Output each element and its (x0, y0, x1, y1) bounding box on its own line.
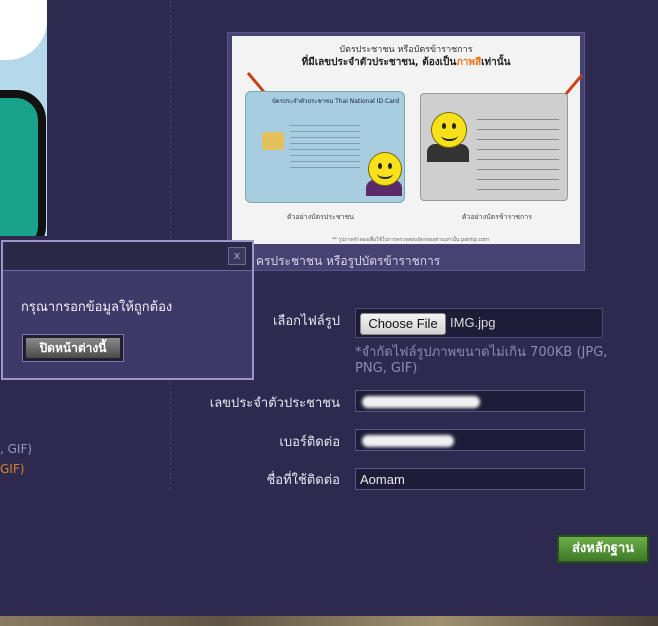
example-heading-line2: ที่มีเลขประจำตัวประชาชน, ต้องเป็นภาพสีเท… (301, 57, 511, 68)
redacted-value (362, 435, 454, 447)
close-dialog-button-label: ปิดหน้าต่างนี้ (25, 337, 121, 359)
chip-icon (262, 132, 284, 150)
phone-frame-shape (0, 90, 46, 236)
text-lines (477, 110, 559, 190)
id-card-example-image: บัตรประชาชน หรือบัตรข้าราชการ ที่มีเลขปร… (232, 36, 584, 244)
submit-evidence-button[interactable]: ส่งหลักฐาน (557, 535, 649, 563)
left-hint-line1: , GIF) (0, 442, 33, 456)
choose-file-button[interactable]: Choose File (360, 313, 446, 335)
text-lines (290, 120, 360, 170)
id-number-label: เลขประจำตัวประชาชน (209, 396, 340, 411)
file-input[interactable]: Choose File IMG.jpg (355, 308, 603, 338)
close-dialog-button[interactable]: ปิดหน้าต่างนี้ (22, 334, 124, 362)
contact-name-input[interactable]: Aomam (355, 468, 585, 490)
close-icon[interactable]: x (228, 247, 246, 265)
id-card-example-panel: บัตรประชาชน หรือบัตรข้าราชการ ที่มีเลขปร… (227, 32, 585, 271)
file-size-hint: *จำกัดไฟล์รูปภาพขนาดไม่เกิน 700KB (JPG, … (355, 345, 608, 376)
caption-gov-card: ตัวอย่างบัตรข้าราชการ (462, 213, 532, 221)
example-footnote: ** รูปภาพจำลองเพื่อใช้ในการตรวจสอบบัตรขอ… (332, 237, 490, 243)
cloud-shape (0, 0, 47, 60)
phone-label: เบอร์ติดต่อ (279, 435, 340, 450)
dialog-message: กรุณากรอกข้อมูลให้ถูกต้อง (21, 300, 173, 315)
thai-card-header: บัตรประจำตัวประชาชน Thai National ID Car… (272, 98, 400, 105)
caption-thai-card: ตัวอย่างบัตรประชาชน (287, 213, 355, 221)
upload-caption: ครประชาชน หรือรูปบัตรข้าราชการ (256, 254, 441, 268)
highlight-text: ภาพสี (456, 57, 482, 68)
alert-dialog: x กรุณากรอกข้อมูลให้ถูกต้อง ปิดหน้าต่างน… (1, 240, 254, 380)
phone-input[interactable] (355, 429, 585, 451)
redacted-value (362, 396, 480, 408)
left-hint-line2: GIF) (0, 462, 25, 476)
contact-name-label: ชื่อที่ใช้ติดต่อ (266, 473, 340, 488)
left-illustration (0, 0, 47, 236)
smiley-face-icon (368, 152, 402, 186)
thai-id-card-sample: บัตรประจำตัวประชาชน Thai National ID Car… (245, 91, 405, 203)
id-number-input[interactable] (355, 390, 585, 412)
government-card-sample (420, 93, 568, 201)
smiley-face-icon (431, 112, 467, 148)
dialog-titlebar: x (3, 242, 252, 271)
bottom-strip (0, 616, 658, 626)
file-name-text: IMG.jpg (450, 315, 496, 330)
example-heading-line1: บัตรประชาชน หรือบัตรข้าราชการ (339, 45, 473, 55)
